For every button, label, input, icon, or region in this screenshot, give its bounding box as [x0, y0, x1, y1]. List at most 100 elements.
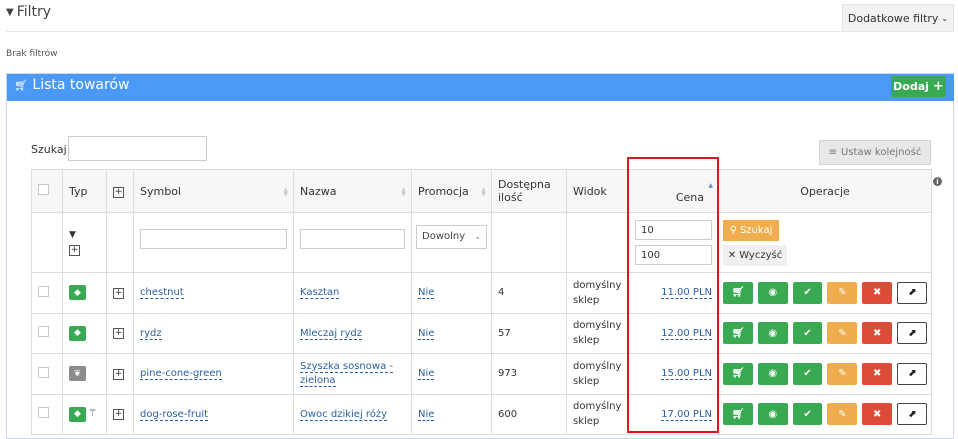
cart-button[interactable]: 🛒︎ — [723, 403, 753, 426]
nazwa-link[interactable]: Kasztan — [300, 287, 340, 300]
row-checkbox[interactable] — [38, 407, 49, 419]
row-checkbox[interactable] — [38, 366, 49, 378]
nazwa-cell: Owoc dzikiej róży — [293, 393, 412, 435]
row-select-cell — [31, 272, 63, 314]
view-button[interactable]: ◉ — [757, 322, 788, 345]
header-widok[interactable]: Widok — [566, 169, 629, 213]
nazwa-link-continued[interactable]: zielona — [300, 374, 336, 387]
table-row[interactable]: ◆ + chestnut Kasztan Nie 4 domyślny sklep… — [31, 272, 932, 314]
view-button[interactable]: ◉ — [757, 403, 788, 426]
promocja-cell: Nie — [411, 312, 492, 354]
delete-button[interactable]: ✖ — [862, 403, 893, 426]
header-promocja[interactable]: Promocja ▲ ▼ — [411, 169, 492, 213]
set-order-button[interactable]: ≡ Ustaw kolejność — [819, 140, 931, 165]
approve-button[interactable]: ✔ — [792, 281, 823, 304]
extra-filters-button[interactable]: Dodatkowe filtry ⌄ — [842, 4, 954, 32]
header-nazwa[interactable]: Nazwa ▲ ▼ — [293, 169, 412, 213]
table-row[interactable]: ◆ + rydz Mleczaj rydz Nie 57 domyślny skl… — [31, 312, 932, 354]
row-checkbox[interactable] — [38, 326, 49, 338]
open-external-button[interactable]: ⬈ — [897, 281, 927, 304]
header-ilosc[interactable]: Dostępna ilość — [491, 169, 567, 213]
cart-button[interactable]: 🛒︎ — [723, 362, 753, 385]
search-button[interactable]: ⚲ Szukaj — [723, 219, 779, 241]
ilosc-cell: 4 — [491, 272, 567, 314]
filters-title[interactable]: ▼ Filtry — [6, 4, 51, 20]
promocja-link[interactable]: Nie — [418, 327, 435, 340]
open-external-button[interactable]: ⬈ — [897, 322, 927, 345]
widok-cell: domyślny sklep — [566, 272, 629, 314]
panel-header — [7, 74, 954, 101]
clear-button[interactable]: ✕ Wyczyść — [723, 244, 787, 266]
row-checkbox[interactable] — [38, 285, 49, 297]
expand-icon[interactable]: + — [113, 287, 124, 299]
expand-all-icon[interactable]: + — [113, 187, 124, 198]
open-external-button[interactable]: ⬈ — [897, 403, 927, 426]
edit-button[interactable]: ✎ — [827, 362, 858, 385]
promocja-link[interactable]: Nie — [418, 287, 435, 300]
select-all-checkbox[interactable] — [38, 184, 49, 195]
add-button[interactable]: Dodaj + — [891, 76, 946, 97]
nazwa-cell: Kasztan — [293, 272, 412, 314]
approve-button[interactable]: ✔ — [792, 322, 823, 345]
symbol-link[interactable]: pine-cone-green — [140, 368, 222, 381]
edit-button[interactable]: ✎ — [827, 281, 858, 304]
info-icon[interactable]: i — [933, 177, 942, 186]
operations-cell: 🛒︎ ◉ ✔ ✎ ✖ ⬈ — [718, 272, 932, 314]
promocja-cell: Nie — [411, 353, 492, 395]
cart-icon: 🛒︎ — [14, 79, 28, 92]
approve-button[interactable]: ✔ — [792, 403, 823, 426]
funnel-icon[interactable]: ▼ — [69, 230, 100, 240]
divider — [6, 31, 954, 32]
open-external-button[interactable]: ⬈ — [897, 362, 927, 385]
filter-cell — [133, 212, 294, 273]
expand-icon[interactable]: + — [69, 244, 80, 256]
pencil-icon: ✎ — [838, 408, 847, 420]
expand-icon[interactable]: + — [113, 328, 124, 340]
cart-button[interactable]: 🛒︎ — [723, 322, 753, 345]
chevron-down-icon: ⌄ — [941, 13, 949, 23]
ilosc-cell: 57 — [491, 312, 567, 354]
promocja-link[interactable]: Nie — [418, 368, 435, 381]
nazwa-filter-input[interactable] — [300, 228, 405, 249]
expand-icon[interactable]: + — [113, 368, 124, 380]
delete-button[interactable]: ✖ — [862, 281, 893, 304]
symbol-link[interactable]: dog-rose-fruit — [140, 408, 209, 421]
table-row[interactable]: ◆ ⚚ + dog-rose-fruit Owoc dzikiej róży Ni… — [31, 393, 932, 435]
header-symbol[interactable]: Symbol ▲ ▼ — [133, 169, 294, 213]
symbol-link[interactable]: rydz — [140, 327, 162, 340]
tag-icon: ◆ — [69, 406, 86, 422]
search-label: Szukaj: — [31, 143, 71, 156]
widok-value-1: domyślny — [573, 401, 622, 413]
search-input[interactable] — [68, 136, 207, 161]
pencil-icon: ✎ — [838, 287, 847, 299]
widok-cell: domyślny sklep — [566, 393, 629, 435]
add-button-label: Dodaj — [893, 80, 929, 93]
promocja-filter-select[interactable]: Dowolny ⌄ — [416, 224, 487, 249]
expand-icon[interactable]: + — [113, 409, 124, 421]
delete-button[interactable]: ✖ — [862, 362, 893, 385]
cart-button[interactable]: 🛒︎ — [723, 281, 753, 304]
check-icon: ✔ — [803, 327, 812, 339]
cart-icon: 🛒︎ — [731, 368, 745, 380]
search-icon: ⚲ — [729, 224, 737, 236]
edit-button[interactable]: ✎ — [827, 403, 858, 426]
operations-cell: 🛒︎ ◉ ✔ ✎ ✖ ⬈ — [718, 393, 932, 435]
view-button[interactable]: ◉ — [757, 362, 788, 385]
delete-button[interactable]: ✖ — [862, 322, 893, 345]
symbol-link[interactable]: chestnut — [140, 287, 184, 300]
filter-cell — [293, 212, 412, 273]
cart-icon: 🛒︎ — [731, 327, 745, 339]
symbol-filter-input[interactable] — [140, 228, 287, 249]
promocja-link[interactable]: Nie — [418, 408, 435, 421]
table-row[interactable]: ❦ + pine-cone-green Szyszka sosnowa - zie… — [31, 353, 932, 395]
nazwa-link[interactable]: Mleczaj rydz — [300, 327, 363, 340]
nazwa-link[interactable]: Owoc dzikiej róży — [300, 408, 388, 421]
no-filters-text: Brak filtrów — [6, 49, 58, 59]
view-button[interactable]: ◉ — [757, 281, 788, 304]
nazwa-link[interactable]: Szyszka sosnowa - — [300, 360, 393, 373]
header-promocja-label: Promocja — [418, 184, 469, 198]
edit-button[interactable]: ✎ — [827, 322, 858, 345]
external-link-icon: ⬈ — [907, 368, 917, 380]
approve-button[interactable]: ✔ — [792, 362, 823, 385]
nazwa-cell: Szyszka sosnowa - zielona — [293, 353, 412, 395]
